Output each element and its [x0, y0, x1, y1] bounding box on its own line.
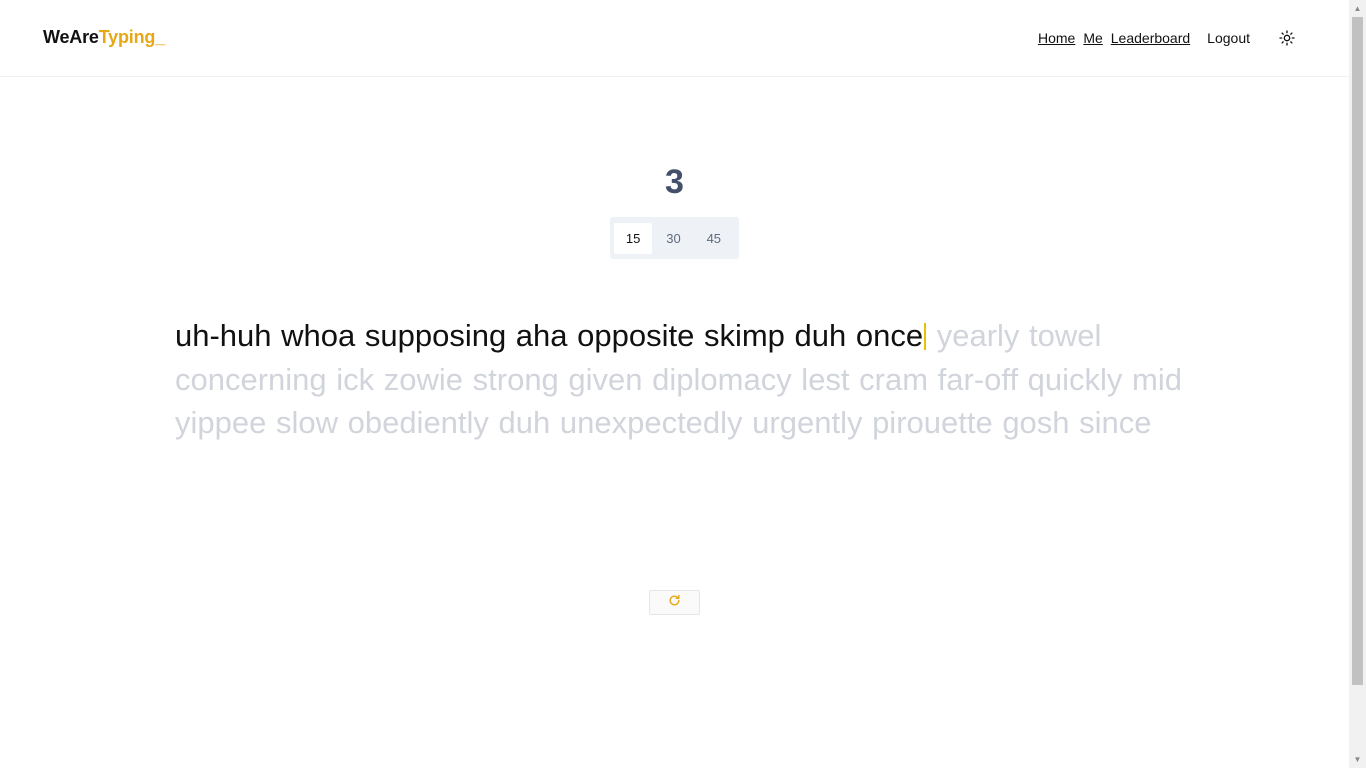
main-nav: Home Me Leaderboard Logout [1038, 29, 1296, 47]
duration-option-45[interactable]: 45 [695, 223, 733, 254]
scroll-down-icon[interactable]: ▼ [1349, 751, 1366, 768]
top-navbar: WeAreTyping_ Home Me Leaderboard Logout [0, 0, 1349, 77]
refresh-icon [668, 594, 681, 612]
countdown-timer: 3 [665, 163, 684, 201]
nav-link-logout[interactable]: Logout [1207, 30, 1250, 46]
site-logo[interactable]: WeAreTyping_ [43, 27, 165, 48]
typing-caret [924, 323, 927, 350]
logo-text-accent: Typing_ [98, 27, 165, 47]
duration-option-30[interactable]: 30 [654, 223, 692, 254]
duration-option-15[interactable]: 15 [614, 222, 653, 254]
restart-button[interactable] [649, 590, 700, 615]
nav-link-leaderboard[interactable]: Leaderboard [1111, 30, 1190, 46]
page-scrollbar[interactable]: ▲ ▼ [1349, 0, 1366, 768]
nav-link-home[interactable]: Home [1038, 30, 1075, 46]
scroll-up-icon[interactable]: ▲ [1349, 0, 1366, 17]
page: WeAreTyping_ Home Me Leaderboard Logout [0, 0, 1366, 768]
nav-link-me[interactable]: Me [1083, 30, 1102, 46]
typing-area[interactable]: uh-huh whoa supposing aha opposite skimp… [175, 314, 1195, 445]
duration-selector: 15 30 45 [610, 217, 739, 259]
logo-text-primary: WeAre [43, 27, 99, 47]
sun-icon[interactable] [1278, 29, 1296, 47]
scrollbar-thumb[interactable] [1352, 17, 1363, 685]
typed-text: uh-huh whoa supposing aha opposite skimp… [175, 318, 924, 353]
